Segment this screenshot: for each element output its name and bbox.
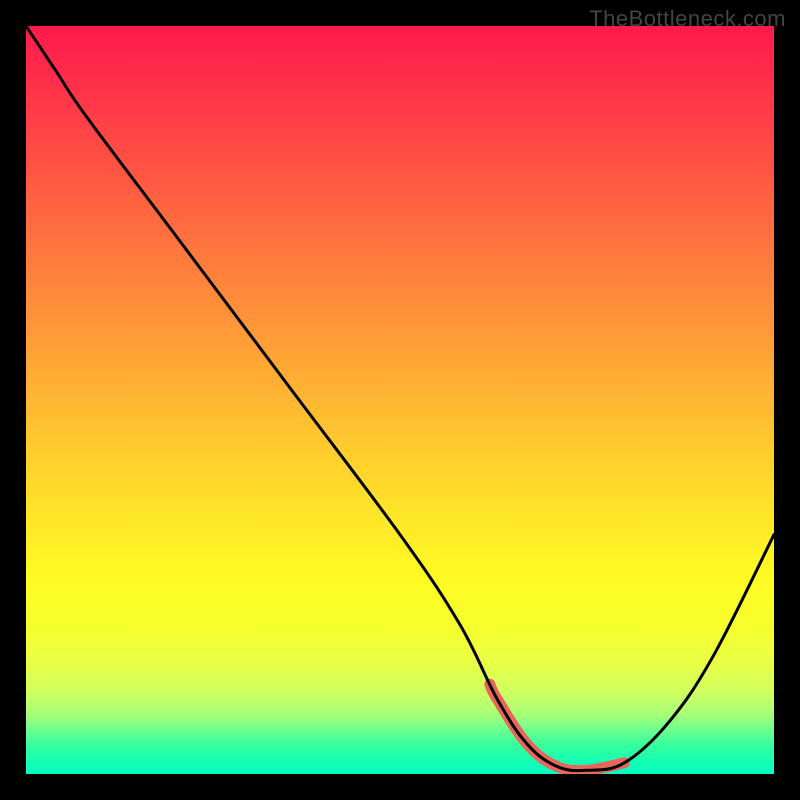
highlight-segment bbox=[490, 684, 625, 770]
bottleneck-curve bbox=[26, 26, 774, 771]
curve-layer bbox=[26, 26, 774, 774]
chart-frame: TheBottleneck.com bbox=[0, 0, 800, 800]
plot-area bbox=[26, 26, 774, 774]
watermark-text: TheBottleneck.com bbox=[589, 6, 786, 32]
